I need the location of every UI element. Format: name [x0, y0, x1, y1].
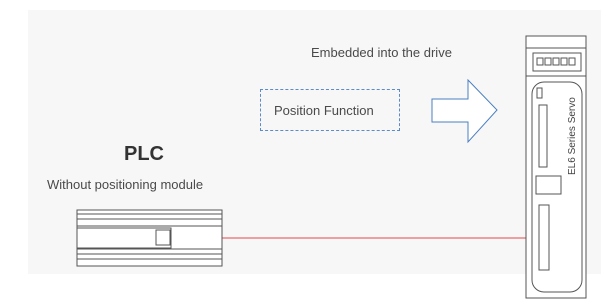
plc-device: [76, 209, 223, 267]
diagram-shapes: EL6 Series Servo: [76, 35, 587, 299]
diagram-canvas: Embedded into the drive Position Functio…: [0, 0, 601, 302]
right-arrow-icon: [431, 78, 498, 144]
servo-name-label: EL6 Series Servo: [567, 97, 578, 175]
